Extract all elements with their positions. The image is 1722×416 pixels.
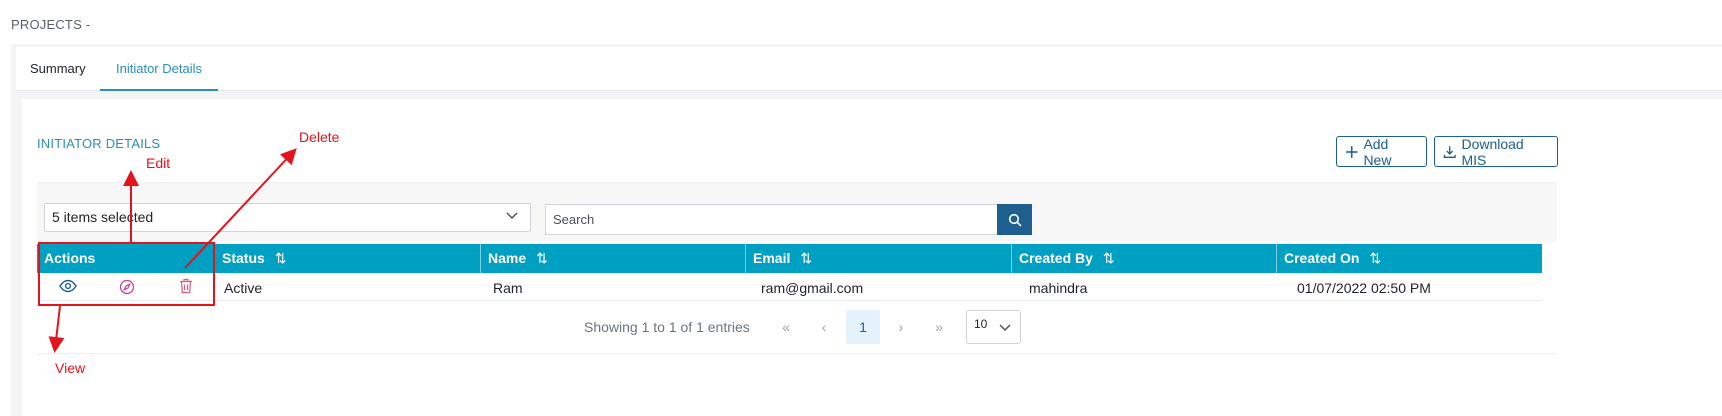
divider [37,353,1557,354]
annotation-edit-label: Edit [146,155,171,171]
section-title: INITIATOR DETAILS [37,136,161,151]
add-new-label: Add New [1363,135,1392,168]
download-mis-label: Download MIS [1461,135,1524,168]
per-page-value: 10 [974,317,988,331]
sort-icon[interactable]: ⇅ [800,244,812,273]
cell-email: ram@gmail.com [761,280,864,296]
cell-name: Ram [493,280,523,296]
next-page-button[interactable]: › [885,310,917,344]
column-select-value: 5 items selected [52,209,154,225]
per-page-select[interactable]: 10 [966,310,1021,344]
sort-icon[interactable]: ⇅ [536,244,548,273]
first-page-button[interactable]: « [770,310,802,344]
tab-bar: Summary Initiator Details [16,47,1722,91]
column-header-label: Status [222,250,265,266]
annotation-delete-label: Delete [299,129,340,145]
column-header-email[interactable]: Email ⇅ [745,244,1011,273]
search-button[interactable] [997,204,1032,235]
search-input[interactable] [545,204,998,235]
cell-created-on: 01/07/2022 02:50 PM [1297,280,1431,296]
add-new-button[interactable]: Add New [1336,135,1427,168]
sort-icon[interactable]: ⇅ [275,244,287,273]
plus-icon [1345,145,1358,158]
column-header-label: Created On [1284,250,1360,266]
page-title: PROJECTS - [11,17,91,32]
column-header-label: Email [753,250,791,266]
page-1-button[interactable]: 1 [846,310,880,344]
download-icon [1443,145,1456,158]
column-select[interactable]: 5 items selected [44,203,531,232]
table-row: Active Ram ram@gmail.com mahindra 01/07/… [37,273,1542,301]
sort-icon[interactable]: ⇅ [1369,244,1381,273]
cell-created-by: mahindra [1029,280,1088,296]
tab-summary[interactable]: Summary [30,47,86,91]
annotation-highlight-box [38,242,215,306]
pagination: Showing 1 to 1 of 1 entries « ‹ 1 › » 10 [0,310,1722,344]
column-header-created-by[interactable]: Created By ⇅ [1011,244,1276,273]
search-icon [1008,213,1022,227]
prev-page-button[interactable]: ‹ [808,310,840,344]
download-mis-button[interactable]: Download MIS [1434,135,1558,168]
table-header: Actions Status ⇅ Name ⇅ Email ⇅ Created By ⇅… [37,244,1542,273]
column-header-name[interactable]: Name ⇅ [480,244,745,273]
column-header-status[interactable]: Status ⇅ [214,244,480,273]
tab-initiator-details[interactable]: Initiator Details [100,47,218,91]
column-header-created-on[interactable]: Created On ⇅ [1276,244,1542,273]
chevron-down-icon [999,324,1011,331]
annotation-view-label: View [55,360,86,376]
column-header-label: Name [488,250,527,266]
column-header-label: Created By [1019,250,1093,266]
pagination-info: Showing 1 to 1 of 1 entries [584,319,750,335]
sort-icon[interactable]: ⇅ [1103,244,1115,273]
chevron-down-icon [506,212,518,219]
last-page-button[interactable]: » [923,310,955,344]
cell-status: Active [224,280,263,296]
